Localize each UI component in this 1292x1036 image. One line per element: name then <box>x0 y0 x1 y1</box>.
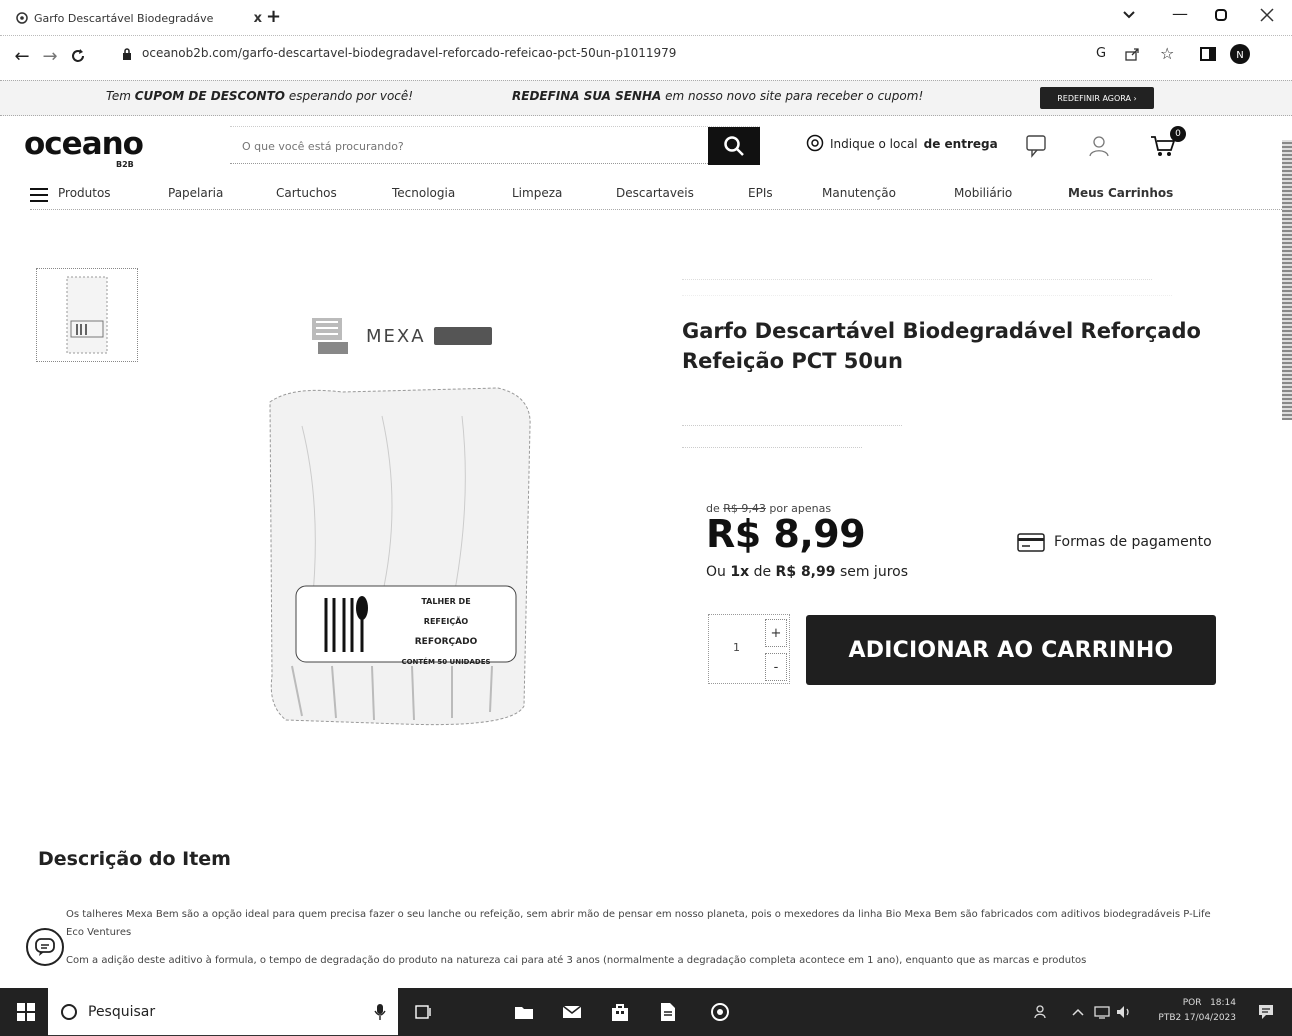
cart-count-badge: 0 <box>1170 126 1186 142</box>
file-explorer-icon[interactable] <box>512 1000 536 1024</box>
people-icon[interactable] <box>1030 1000 1054 1024</box>
tab-list-chevron-icon[interactable] <box>1122 10 1136 20</box>
current-price: R$ 8,99 <box>706 512 866 556</box>
svg-text:N: N <box>1236 50 1243 61</box>
window-close-icon[interactable] <box>1256 4 1278 26</box>
notifications-icon[interactable] <box>1254 1000 1278 1024</box>
new-tab-button[interactable]: + <box>266 6 281 27</box>
share-icon[interactable] <box>1124 46 1140 62</box>
location-pin-icon <box>806 134 824 154</box>
delivery-location[interactable]: Indique o local de entrega <box>806 134 998 154</box>
tab-close-icon[interactable]: x <box>254 11 262 26</box>
chat-bubble-icon <box>34 936 56 958</box>
user-account-icon[interactable] <box>1084 132 1114 160</box>
oceano-logo[interactable]: oceano B2B <box>24 126 144 169</box>
payment-methods-link[interactable]: Formas de pagamento <box>1016 531 1212 553</box>
favicon-icon <box>16 12 28 24</box>
microphone-icon[interactable] <box>374 1003 386 1021</box>
nav-tecnologia[interactable]: Tecnologia <box>392 186 455 200</box>
minimize-icon[interactable]: — <box>1172 4 1188 23</box>
right-edge-scrollbar[interactable] <box>1282 140 1292 420</box>
credit-card-icon <box>1016 531 1046 553</box>
tab-title: Garfo Descartável Biodegradáve <box>34 11 214 25</box>
chrome-icon[interactable] <box>708 1000 732 1024</box>
windows-start-icon[interactable] <box>14 1000 38 1024</box>
add-to-cart-button[interactable]: ADICIONAR AO CARRINHO <box>806 615 1216 685</box>
promo-banner: Tem CUPOM DE DESCONTO esperando por você… <box>0 80 1292 116</box>
quantity-minus-button[interactable]: - <box>765 653 787 681</box>
store-icon[interactable] <box>608 1000 632 1024</box>
cart-icon[interactable]: 0 <box>1146 126 1186 160</box>
sidebar-panel-icon[interactable] <box>1200 46 1216 62</box>
installment-info: Ou 1x de R$ 8,99 sem juros <box>706 564 909 580</box>
promo-coupon-text: Tem CUPOM DE DESCONTO esperando por você… <box>106 89 414 103</box>
nav-manutencao[interactable]: Manutenção <box>822 186 896 200</box>
quantity-value[interactable]: 1 <box>733 641 740 654</box>
description-title: Descrição do Item <box>38 848 231 870</box>
tab-bar: Garfo Descartável Biodegradáve x + — <box>0 0 1292 36</box>
search-box <box>230 126 760 165</box>
keyboard-language: POR <box>1182 998 1202 1008</box>
lock-icon[interactable] <box>122 48 132 60</box>
taskbar-search[interactable]: Pesquisar <box>48 988 398 1036</box>
reload-icon[interactable] <box>64 42 92 70</box>
nav-limpeza[interactable]: Limpeza <box>512 186 562 200</box>
volume-icon[interactable] <box>1112 1000 1136 1024</box>
nav-meus-carrinhos[interactable]: Meus Carrinhos <box>1068 186 1173 200</box>
document-app-icon[interactable] <box>656 1000 680 1024</box>
windows-taskbar: Pesquisar POR 18:14 PTB2 17/04/2023 <box>0 988 1292 1036</box>
system-clock[interactable]: POR 18:14 PTB2 17/04/2023 <box>1158 996 1236 1026</box>
task-view-icon[interactable] <box>412 1000 436 1024</box>
description-paragraph: Com a adição deste aditivo à formula, o … <box>66 955 1087 966</box>
nav-produtos[interactable]: Produtos <box>58 186 111 200</box>
category-nav: Produtos Papelaria Cartuchos Tecnologia … <box>30 186 1292 210</box>
tray-chevron-icon[interactable] <box>1066 1000 1090 1024</box>
package-label: TALHER DE REFEIÇÃO REFORÇADO CONTÉM 50 U… <box>401 597 491 666</box>
redefine-now-button[interactable]: REDEFINIR AGORA › <box>1040 87 1154 109</box>
description-body: Os talheres Mexa Bem são a opção ideal p… <box>66 906 1216 980</box>
clock-date: 17/04/2023 <box>1184 1013 1236 1023</box>
translate-icon[interactable]: G <box>1096 46 1106 61</box>
product-title: Garfo Descartável Biodegradável Reforçad… <box>682 319 1201 373</box>
forward-arrow-icon[interactable]: → <box>36 42 64 70</box>
nav-descartaveis[interactable]: Descartaveis <box>616 186 694 200</box>
clock-time: 18:14 <box>1210 998 1236 1008</box>
product-thumbnail[interactable] <box>36 268 138 362</box>
product-meta <box>682 414 902 448</box>
mail-icon[interactable] <box>560 1000 584 1024</box>
search-input[interactable] <box>242 135 702 157</box>
browser-window: Garfo Descartável Biodegradáve x + — ← →… <box>0 0 1292 1036</box>
search-button[interactable] <box>708 127 760 165</box>
nav-papelaria[interactable]: Papelaria <box>168 186 223 200</box>
promo-password-text: REDEFINA SUA SENHA em nosso novo site pa… <box>512 89 924 103</box>
quantity-stepper: 1 + - <box>708 614 790 684</box>
back-arrow-icon[interactable]: ← <box>8 42 36 70</box>
restore-icon[interactable] <box>1214 8 1228 22</box>
nav-mobiliario[interactable]: Mobiliário <box>954 186 1012 200</box>
breadcrumb <box>682 264 1182 296</box>
quantity-plus-button[interactable]: + <box>765 619 787 647</box>
description-paragraph: Os talheres Mexa Bem são a opção ideal p… <box>66 909 1211 938</box>
profile-avatar[interactable]: N <box>1230 44 1250 64</box>
chat-widget-button[interactable] <box>26 928 64 966</box>
chat-support-icon[interactable] <box>1022 132 1052 160</box>
network-icon[interactable] <box>1090 1000 1114 1024</box>
nav-cartuchos[interactable]: Cartuchos <box>276 186 337 200</box>
search-icon <box>723 135 745 157</box>
hamburger-menu-icon[interactable] <box>30 188 48 202</box>
nav-epis[interactable]: EPIs <box>748 186 773 200</box>
cortana-circle-icon <box>60 1003 78 1021</box>
bookmark-star-icon[interactable]: ☆ <box>1160 44 1174 63</box>
keyboard-layout: PTB2 <box>1158 1013 1182 1023</box>
browser-tab[interactable]: Garfo Descartável Biodegradáve x <box>8 4 270 32</box>
url-field[interactable]: oceanob2b.com/garfo-descartavel-biodegra… <box>142 46 676 60</box>
